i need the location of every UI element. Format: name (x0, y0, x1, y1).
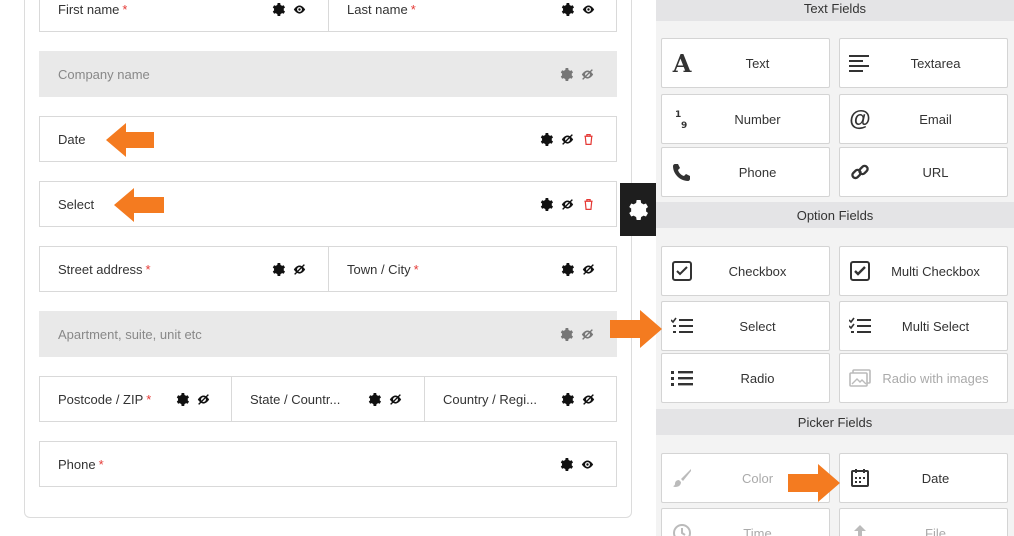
section-picker-fields: Picker Fields (656, 409, 1014, 435)
eye-slash-icon[interactable] (197, 393, 210, 406)
settings-toggle-button[interactable] (620, 183, 656, 236)
field-label: Street address * (58, 261, 151, 277)
row-apartment: Apartment, suite, unit etc (39, 311, 617, 357)
svg-text:9: 9 (681, 121, 687, 129)
eye-slash-icon[interactable] (582, 393, 595, 406)
field-town-city[interactable]: Town / City * (329, 246, 617, 292)
field-label: Town / City * (347, 261, 419, 277)
row-name: First name * Last name * (39, 0, 617, 32)
eye-slash-icon[interactable] (581, 328, 594, 341)
trash-icon[interactable] (582, 198, 595, 211)
tile-textarea[interactable]: Textarea (839, 38, 1008, 88)
tile-number[interactable]: 19 Number (661, 94, 830, 144)
tile-checkbox[interactable]: Checkbox (661, 246, 830, 296)
eye-slash-icon[interactable] (389, 393, 402, 406)
field-label: First name * (58, 1, 128, 17)
arrow-right-icon (610, 310, 662, 348)
tile-phone[interactable]: Phone (661, 147, 830, 197)
eye-slash-icon[interactable] (582, 263, 595, 276)
field-label: Postcode / ZIP * (58, 391, 152, 407)
field-label: State / Countr... (250, 391, 341, 407)
tile-multi-select[interactable]: Multi Select (839, 301, 1008, 351)
select-list-icon (662, 317, 702, 335)
phone-icon (662, 162, 702, 182)
field-label: Country / Regi... (443, 391, 537, 407)
tile-file[interactable]: File (839, 508, 1008, 536)
trash-icon[interactable] (582, 133, 595, 146)
section-option-fields: Option Fields (656, 202, 1014, 228)
field-postcode[interactable]: Postcode / ZIP * (39, 376, 232, 422)
align-left-icon (840, 54, 880, 72)
section-text-fields: Text Fields (656, 0, 1014, 21)
checkbox-icon (662, 261, 702, 281)
field-state[interactable]: State / Countr... (232, 376, 425, 422)
field-label: Apartment, suite, unit etc (58, 326, 202, 342)
field-label: Company name (58, 66, 150, 82)
field-company-name[interactable]: Company name (39, 51, 617, 97)
tile-radio[interactable]: Radio (661, 353, 830, 403)
row-company: Company name (39, 51, 617, 97)
list-icon (662, 369, 702, 387)
clock-icon (662, 523, 702, 536)
gear-icon[interactable] (561, 392, 574, 406)
number-icon: 19 (662, 109, 702, 129)
gear-icon[interactable] (540, 132, 553, 146)
gear-icon (629, 199, 648, 220)
arrow-left-icon (114, 188, 164, 222)
gear-icon[interactable] (560, 67, 573, 81)
eye-slash-icon[interactable] (293, 263, 306, 276)
gear-icon[interactable] (368, 392, 381, 406)
tile-email[interactable]: @ Email (839, 94, 1008, 144)
field-first-name[interactable]: First name * (39, 0, 329, 32)
field-label: Last name * (347, 1, 416, 17)
arrow-left-icon (106, 123, 154, 157)
tile-multi-checkbox[interactable]: Multi Checkbox (839, 246, 1008, 296)
tile-radio-with-images[interactable]: Radio with images (839, 353, 1008, 403)
gear-icon[interactable] (560, 327, 573, 341)
tile-time[interactable]: Time (661, 508, 830, 536)
tile-select[interactable]: Select (661, 301, 830, 351)
tile-text[interactable]: A Text (661, 38, 830, 88)
images-icon (840, 369, 880, 387)
gear-icon[interactable] (561, 2, 574, 16)
field-apartment[interactable]: Apartment, suite, unit etc (39, 311, 617, 357)
row-phone: Phone * (39, 441, 617, 487)
link-icon (840, 162, 880, 182)
field-label: Select (58, 196, 95, 212)
gear-icon[interactable] (176, 392, 189, 406)
row-street: Street address * Town / City * (39, 246, 617, 292)
eye-slash-icon[interactable] (561, 198, 574, 211)
field-label: Phone * (58, 456, 104, 472)
arrow-right-icon (788, 464, 840, 502)
upload-icon (840, 523, 880, 536)
gear-icon[interactable] (540, 197, 553, 211)
at-icon: @ (849, 106, 871, 131)
row-postcode: Postcode / ZIP * State / Countr... Countr… (39, 376, 617, 422)
eye-slash-icon[interactable] (581, 68, 594, 81)
multi-select-icon (840, 317, 880, 335)
gear-icon[interactable] (272, 2, 285, 16)
field-phone[interactable]: Phone * (39, 441, 617, 487)
calendar-icon (840, 468, 880, 488)
paint-brush-icon (662, 468, 702, 488)
gear-icon[interactable] (272, 262, 285, 276)
field-country[interactable]: Country / Regi... (425, 376, 617, 422)
tile-date[interactable]: Date (839, 453, 1008, 503)
gear-icon[interactable] (561, 262, 574, 276)
tile-url[interactable]: URL (839, 147, 1008, 197)
eye-icon[interactable] (582, 3, 595, 16)
multi-checkbox-icon (840, 261, 880, 281)
eye-icon[interactable] (293, 3, 306, 16)
text-a-icon: A (672, 48, 692, 78)
field-last-name[interactable]: Last name * (329, 0, 617, 32)
gear-icon[interactable] (560, 457, 573, 471)
svg-text:1: 1 (675, 110, 681, 120)
eye-icon[interactable] (581, 458, 594, 471)
field-street-address[interactable]: Street address * (39, 246, 329, 292)
eye-slash-icon[interactable] (561, 133, 574, 146)
field-label: Date (58, 131, 86, 147)
